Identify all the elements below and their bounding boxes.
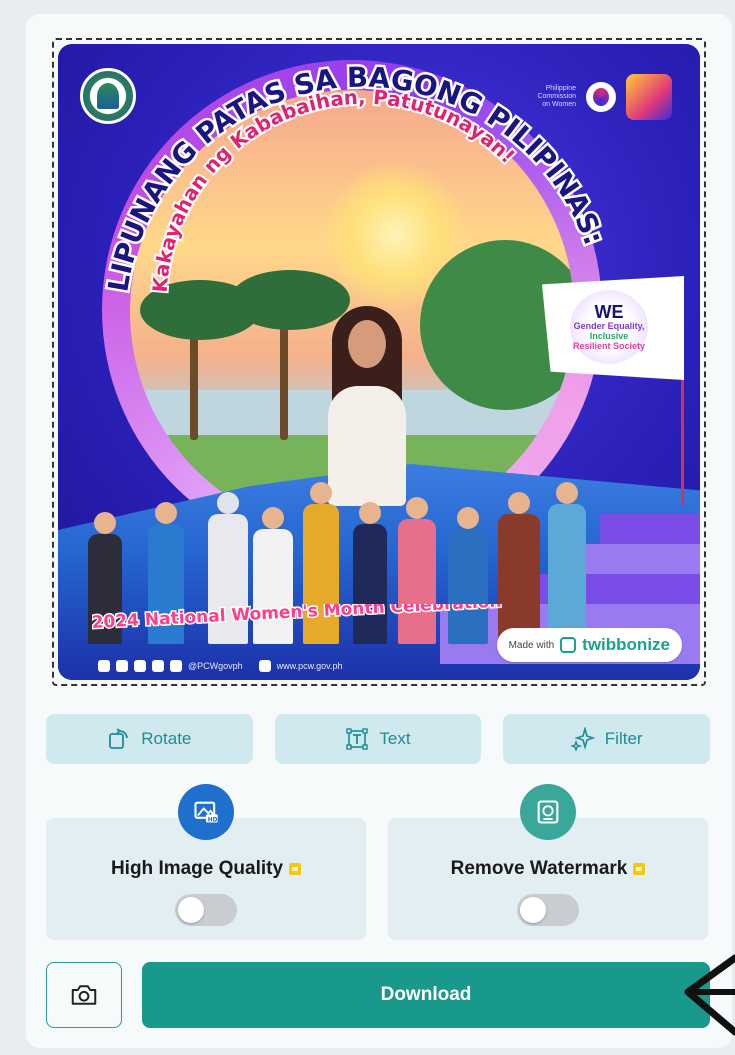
rotate-icon xyxy=(109,728,129,749)
twibbonize-badge: Made with twibbonize xyxy=(496,628,682,662)
svg-text:HD: HD xyxy=(208,817,218,823)
sparkle-icon xyxy=(570,727,595,751)
made-with-text: Made with xyxy=(508,639,555,651)
badge-line2: Inclusive xyxy=(589,331,629,341)
high-quality-label: High Image Quality xyxy=(110,858,284,879)
watermark-icon xyxy=(520,784,576,840)
partner-logos: Philippine Commission on Women xyxy=(530,74,672,120)
linkedin-icon xyxy=(170,660,182,672)
filter-button[interactable]: Filter xyxy=(503,714,711,764)
badge-line3: Resilient Society xyxy=(572,341,646,351)
globe-icon xyxy=(258,660,271,672)
hd-image-icon: HD xyxy=(178,784,234,840)
agency-logo xyxy=(80,68,136,124)
poster-frame[interactable]: LIPUNANG PATAS SA BAGONG PILIPINAS: Kaka… xyxy=(52,38,706,686)
remove-watermark-toggle[interactable] xyxy=(517,894,579,926)
pcw-logo xyxy=(586,82,616,112)
text-icon xyxy=(346,728,369,750)
twibbonize-brand: twibbonize xyxy=(582,635,670,654)
celebration-banner: 2024 National Women's Month Celebration xyxy=(92,604,503,634)
high-quality-toggle[interactable] xyxy=(175,894,237,926)
text-button[interactable]: Text xyxy=(274,714,482,764)
rotate-label: Rotate xyxy=(141,729,192,748)
we-badge: WE Gender Equality, Inclusive Resilient … xyxy=(570,290,648,364)
text-label: Text xyxy=(379,729,411,748)
instagram-icon xyxy=(116,660,128,672)
remove-watermark-label: Remove Watermark xyxy=(450,858,628,879)
premium-icon xyxy=(633,862,646,875)
social-handle: @PCWgovph xyxy=(188,661,243,671)
website: www.pcw.gov.ph xyxy=(276,661,343,671)
premium-options: High Image Quality HD Remove Watermark xyxy=(46,782,710,942)
filter-label: Filter xyxy=(604,729,643,748)
twibbonize-icon xyxy=(560,637,577,653)
poster-image: LIPUNANG PATAS SA BAGONG PILIPINAS: Kaka… xyxy=(58,44,700,680)
bagong-pilipinas-logo xyxy=(626,74,672,120)
badge-line1: Gender Equality, xyxy=(573,321,645,331)
celebration-text: 2024 National Women's Month Celebration xyxy=(92,604,502,633)
camera-button[interactable] xyxy=(46,962,122,1028)
pcw-label: Philippine Commission on Women xyxy=(537,85,576,108)
we-text: WE xyxy=(594,302,624,322)
rotate-button[interactable]: Rotate xyxy=(46,714,253,764)
premium-icon xyxy=(289,862,302,875)
facebook-icon xyxy=(98,660,110,672)
edit-toolbar: Rotate Text Filter xyxy=(46,714,711,766)
download-button[interactable]: Download xyxy=(142,962,710,1028)
social-links: @PCWgovph www.pcw.gov.ph xyxy=(98,660,343,672)
youtube-icon xyxy=(152,660,164,672)
x-icon xyxy=(134,660,146,672)
camera-icon xyxy=(71,985,97,1005)
pointer-arrow-annotation xyxy=(684,954,735,1036)
